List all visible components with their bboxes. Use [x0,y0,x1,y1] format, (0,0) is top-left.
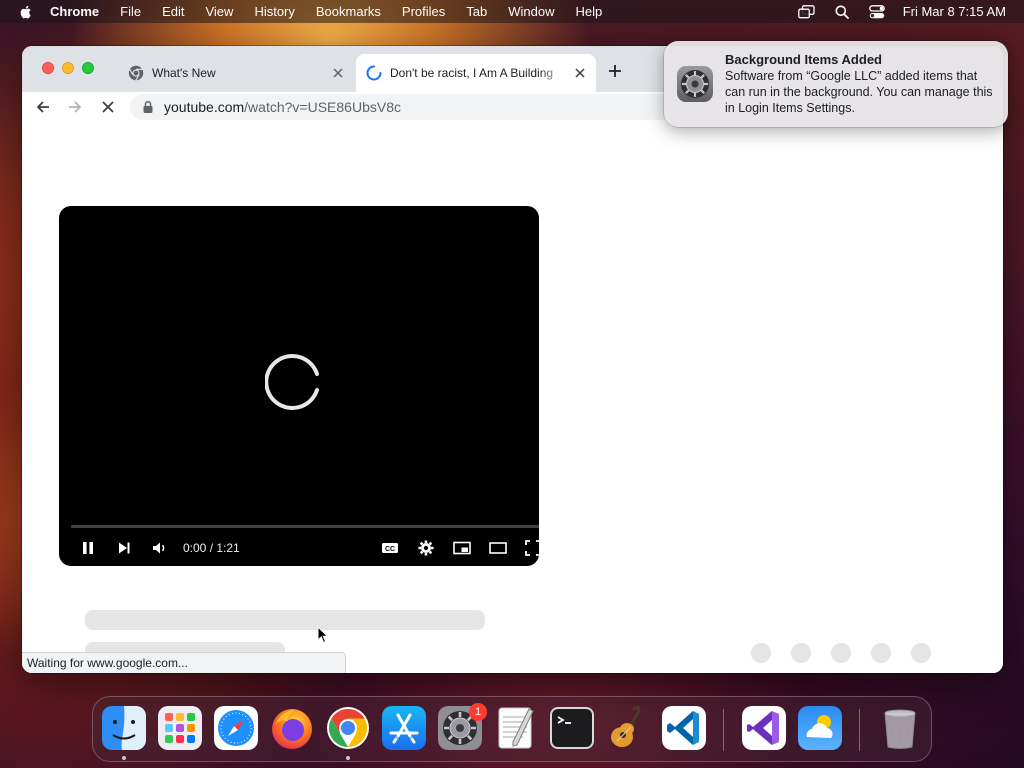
running-indicator [346,756,350,760]
fullscreen-window-button[interactable] [82,62,94,74]
notification-body: Software from “Google LLC” added items t… [725,69,993,115]
subtitles-cc-icon[interactable]: CC [380,538,400,558]
system-settings-gear-icon [677,66,713,102]
apple-menu-icon[interactable] [18,4,34,20]
menu-app-name[interactable]: Chrome [50,4,99,19]
weather-icon[interactable] [797,705,843,751]
menu-history[interactable]: History [254,4,294,19]
forward-arrow-icon[interactable] [66,98,84,116]
menu-bar: Chrome File Edit View History Bookmarks … [0,0,1024,23]
safari-icon[interactable] [213,705,259,751]
close-tab-icon[interactable] [572,65,588,81]
menu-tab[interactable]: Tab [466,4,487,19]
menu-view[interactable]: View [205,4,233,19]
url-host: youtube.com [164,99,245,115]
menu-edit[interactable]: Edit [162,4,184,19]
back-arrow-icon[interactable] [34,98,52,116]
lock-icon[interactable] [142,100,154,114]
menu-profiles[interactable]: Profiles [402,4,445,19]
mouse-cursor-icon [317,626,329,644]
loading-spinner-icon [366,65,382,81]
dock-separator [859,709,860,751]
tab-whats-new[interactable]: What's New [118,54,354,92]
dock: 1 [92,696,932,762]
dock-separator [723,709,724,751]
visual-studio-code-icon[interactable] [661,705,707,751]
menu-help[interactable]: Help [576,4,603,19]
finder-icon[interactable] [101,705,147,751]
buffering-spinner-icon [265,354,319,410]
menu-bar-clock[interactable]: Fri Mar 8 7:15 AM [903,4,1006,19]
action-loading-placeholder [911,643,931,663]
terminal-icon[interactable] [549,705,595,751]
video-player[interactable]: 0:00 / 1:21 CC [59,206,539,566]
svg-text:CC: CC [385,546,395,553]
google-chrome-icon[interactable] [325,705,371,751]
screen-mirroring-icon[interactable] [798,4,816,20]
title-loading-placeholder [85,610,485,630]
minimize-window-button[interactable] [62,62,74,74]
garageband-icon[interactable] [605,705,651,751]
menu-file[interactable]: File [120,4,141,19]
launchpad-icon[interactable] [157,705,203,751]
new-tab-plus-icon[interactable] [607,63,623,79]
menu-bookmarks[interactable]: Bookmarks [316,4,381,19]
notification-title: Background Items Added [725,52,882,67]
action-loading-placeholder [751,643,771,663]
background-items-notification[interactable]: Background Items Added Software from “Go… [664,41,1008,127]
chrome-favicon-icon [128,65,144,81]
menu-window[interactable]: Window [508,4,554,19]
chrome-window: What's New Don't be racist, I Am A Build… [22,46,1003,673]
url-path: /watch?v=USE86UbsV8c [244,99,401,115]
textedit-icon[interactable] [493,705,539,751]
trash-icon[interactable] [877,705,923,751]
close-window-button[interactable] [42,62,54,74]
player-controls: 0:00 / 1:21 CC [59,536,539,560]
tab-youtube-video[interactable]: Don't be racist, I Am A Building [356,54,596,92]
action-loading-placeholder [831,643,851,663]
visual-studio-icon[interactable] [741,705,787,751]
theater-mode-icon[interactable] [488,538,508,558]
firefox-icon[interactable] [269,705,315,751]
settings-gear-icon[interactable] [416,538,436,558]
close-tab-icon[interactable] [330,65,346,81]
tab-title: What's New [152,66,216,80]
miniplayer-icon[interactable] [452,538,472,558]
stop-loading-x-icon[interactable] [99,98,117,116]
action-loading-placeholder [791,643,811,663]
page-content: 0:00 / 1:21 CC Waiting for www.google.co… [22,122,1003,673]
video-timecode: 0:00 / 1:21 [183,541,240,555]
video-progress-bar[interactable] [71,525,539,528]
volume-icon[interactable] [150,538,170,558]
action-loading-placeholder [871,643,891,663]
running-indicator [122,756,126,760]
app-store-icon[interactable] [381,705,427,751]
fullscreen-icon[interactable] [523,538,539,558]
status-bubble: Waiting for www.google.com... [22,652,346,673]
tab-title: Don't be racist, I Am A Building [390,66,554,80]
pause-icon[interactable] [78,538,98,558]
spotlight-search-icon[interactable] [833,4,851,20]
next-video-icon[interactable] [114,538,134,558]
notification-badge: 1 [469,703,487,721]
control-center-icon[interactable] [868,4,886,20]
